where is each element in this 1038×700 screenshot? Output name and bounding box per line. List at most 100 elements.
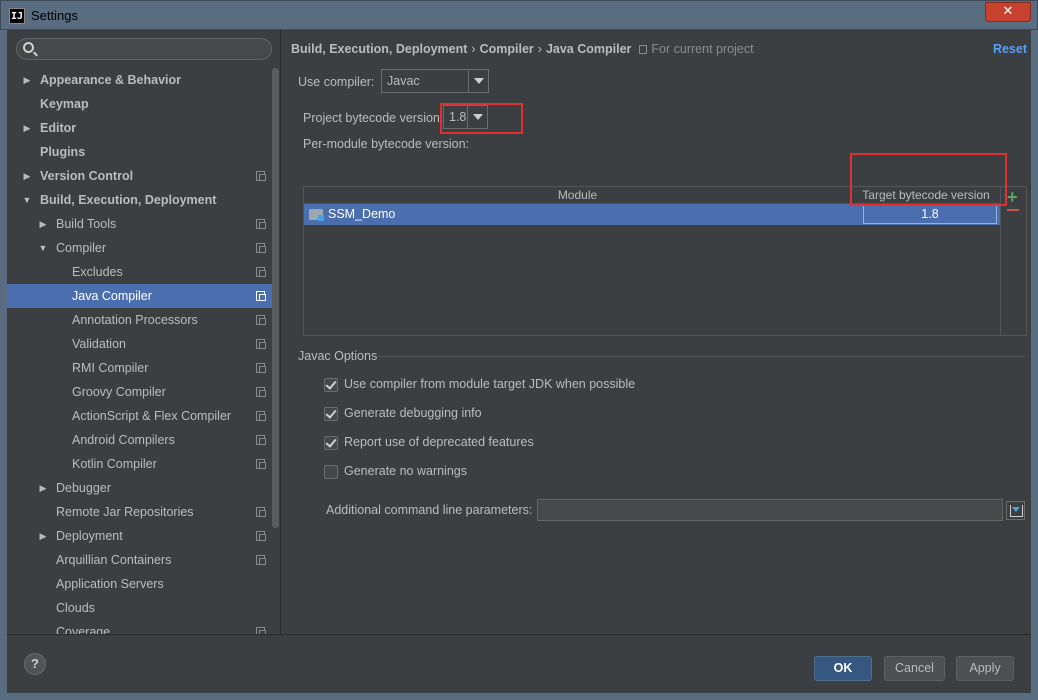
ok-button[interactable]: OK — [814, 656, 872, 681]
sidebar-item-label: Build Tools — [56, 217, 117, 231]
sidebar-item-excludes[interactable]: Excludes — [7, 260, 273, 284]
sidebar-item-arquillian-containers[interactable]: Arquillian Containers — [7, 548, 273, 572]
java-compiler-panel: Build, Execution, Deployment › Compiler › Ja… — [282, 30, 1031, 634]
expand-arrow-right-icon[interactable]: ▶ — [38, 212, 48, 236]
checkbox-checked[interactable] — [324, 378, 338, 392]
expand-arrow-right-icon[interactable]: ▶ — [22, 164, 32, 188]
sidebar-scrollbar[interactable] — [272, 68, 279, 528]
expand-arrow-down-icon[interactable]: ▼ — [38, 236, 48, 260]
project-scope-icon — [256, 411, 266, 421]
sidebar-item-appearance-behavior[interactable]: ▶ Appearance & Behavior — [7, 68, 273, 92]
sidebar-item-keymap[interactable]: Keymap — [7, 92, 273, 116]
project-scope-icon — [256, 363, 266, 373]
option-label: Use compiler from module target JDK when… — [344, 377, 636, 391]
settings-search-input[interactable] — [16, 38, 272, 60]
sidebar-item-label: Validation — [72, 337, 126, 351]
project-bytecode-label: Project bytecode version: — [303, 111, 444, 125]
remove-icon[interactable] — [1007, 209, 1019, 211]
sidebar-item-annotation-processors[interactable]: Annotation Processors — [7, 308, 273, 332]
sidebar-item-editor[interactable]: ▶ Editor — [7, 116, 273, 140]
column-header-module[interactable]: Module — [304, 187, 852, 204]
sidebar-item-clouds[interactable]: Clouds — [7, 596, 273, 620]
sidebar-item-label: RMI Compiler — [72, 361, 149, 375]
sidebar-item-label: Coverage — [56, 625, 111, 634]
sidebar-item-label: Build, Execution, Deployment — [40, 193, 217, 207]
checkbox-checked[interactable] — [324, 436, 338, 450]
expand-arrow-right-icon[interactable]: ▶ — [38, 476, 48, 500]
breadcrumb-separator: › — [537, 42, 542, 56]
additional-params-input[interactable] — [537, 499, 1003, 521]
sidebar-item-plugins[interactable]: Plugins — [7, 140, 273, 164]
project-scope-icon — [256, 339, 266, 349]
project-scope-icon — [256, 627, 266, 634]
breadcrumb-java-compiler: Java Compiler — [545, 42, 632, 56]
window-title: Settings — [31, 8, 78, 23]
sidebar-item-label: ActionScript & Flex Compiler — [72, 409, 232, 423]
javac-options-group-label: Javac Options — [298, 349, 378, 363]
sidebar-item-actionscript-flex-compiler[interactable]: ActionScript & Flex Compiler — [7, 404, 273, 428]
sidebar-item-rmi-compiler[interactable]: RMI Compiler — [7, 356, 273, 380]
checkbox-checked[interactable] — [324, 407, 338, 421]
project-scope-icon — [256, 387, 266, 397]
sidebar-item-build-execution-deployment[interactable]: ▼ Build, Execution, Deployment — [7, 188, 273, 212]
sidebar-item-java-compiler[interactable]: Java Compiler — [7, 284, 273, 308]
breadcrumb-compiler: Compiler — [479, 42, 534, 56]
sidebar-item-label: Compiler — [56, 241, 107, 255]
sidebar-item-build-tools[interactable]: ▶ Build Tools — [7, 212, 273, 236]
intellij-app-icon: IJ — [9, 8, 25, 24]
compiler-select-value: Javac — [387, 74, 420, 88]
title-bar: IJ Settings ✕ — [0, 0, 1038, 30]
sidebar-item-remote-jar-repositories[interactable]: Remote Jar Repositories — [7, 500, 273, 524]
sidebar-item-label: Version Control — [40, 169, 134, 183]
expand-arrow-right-icon[interactable]: ▶ — [22, 116, 32, 140]
sidebar-item-label: Remote Jar Repositories — [56, 505, 194, 519]
sidebar-item-label: Clouds — [56, 601, 95, 615]
sidebar-item-deployment[interactable]: ▶ Deployment — [7, 524, 273, 548]
sidebar-item-compiler[interactable]: ▼ Compiler — [7, 236, 273, 260]
cancel-button[interactable]: Cancel — [884, 656, 945, 681]
sidebar-item-validation[interactable]: Validation — [7, 332, 273, 356]
scope-indicator: For current project — [639, 42, 754, 56]
expand-arrow-down-icon[interactable]: ▼ — [22, 188, 32, 212]
expand-arrow-right-icon[interactable]: ▶ — [38, 524, 48, 548]
project-scope-icon — [256, 459, 266, 469]
sidebar-item-groovy-compiler[interactable]: Groovy Compiler — [7, 380, 273, 404]
module-folder-icon — [309, 209, 324, 221]
project-scope-icon — [256, 219, 266, 229]
project-scope-icon — [256, 291, 266, 301]
compiler-select[interactable]: Javac — [381, 69, 489, 93]
chevron-down-icon[interactable] — [468, 70, 488, 92]
help-button[interactable]: ? — [24, 653, 46, 675]
settings-dialog: ▶ Appearance & Behavior Keymap ▶ Editor Plugi… — [0, 30, 1038, 700]
module-bytecode-table: Module Target bytecode version SSM_Demo … — [303, 186, 1027, 336]
sidebar-item-version-control[interactable]: ▶ Version Control — [7, 164, 273, 188]
option-label: Generate debugging info — [344, 406, 482, 420]
apply-button[interactable]: Apply — [956, 656, 1014, 681]
sidebar-item-coverage[interactable]: Coverage — [7, 620, 273, 634]
breadcrumb: Build, Execution, Deployment › Compiler › Ja… — [291, 42, 754, 56]
sidebar-item-label: Editor — [40, 121, 77, 135]
sidebar-item-android-compilers[interactable]: Android Compilers — [7, 428, 273, 452]
expand-field-icon[interactable] — [1006, 501, 1025, 520]
window-close-button[interactable]: ✕ — [985, 2, 1031, 22]
option-label: Report use of deprecated features — [344, 435, 534, 449]
project-scope-icon — [256, 507, 266, 517]
option-label: Generate no warnings — [344, 464, 467, 478]
additional-params-label: Additional command line parameters: — [326, 503, 533, 517]
search-icon — [23, 42, 34, 53]
sidebar-item-label: Debugger — [56, 481, 111, 495]
table-row[interactable]: SSM_Demo 1.8 — [304, 204, 1000, 225]
reset-link[interactable]: Reset — [993, 42, 1027, 56]
add-icon[interactable]: + — [1007, 187, 1018, 208]
settings-tree: ▶ Appearance & Behavior Keymap ▶ Editor Plugi… — [7, 68, 273, 634]
sidebar-item-application-servers[interactable]: Application Servers — [7, 572, 273, 596]
highlight-box-project-bytecode — [440, 103, 523, 134]
checkbox-unchecked[interactable] — [324, 465, 338, 479]
sidebar-item-kotlin-compiler[interactable]: Kotlin Compiler — [7, 452, 273, 476]
breadcrumb-build: Build, Execution, Deployment — [291, 42, 468, 56]
expand-arrow-right-icon[interactable]: ▶ — [22, 68, 32, 92]
sidebar-item-label: Android Compilers — [72, 433, 175, 447]
sidebar-item-debugger[interactable]: ▶ Debugger — [7, 476, 273, 500]
target-bytecode-cell[interactable]: 1.8 — [863, 205, 997, 224]
breadcrumb-separator: › — [471, 42, 476, 56]
